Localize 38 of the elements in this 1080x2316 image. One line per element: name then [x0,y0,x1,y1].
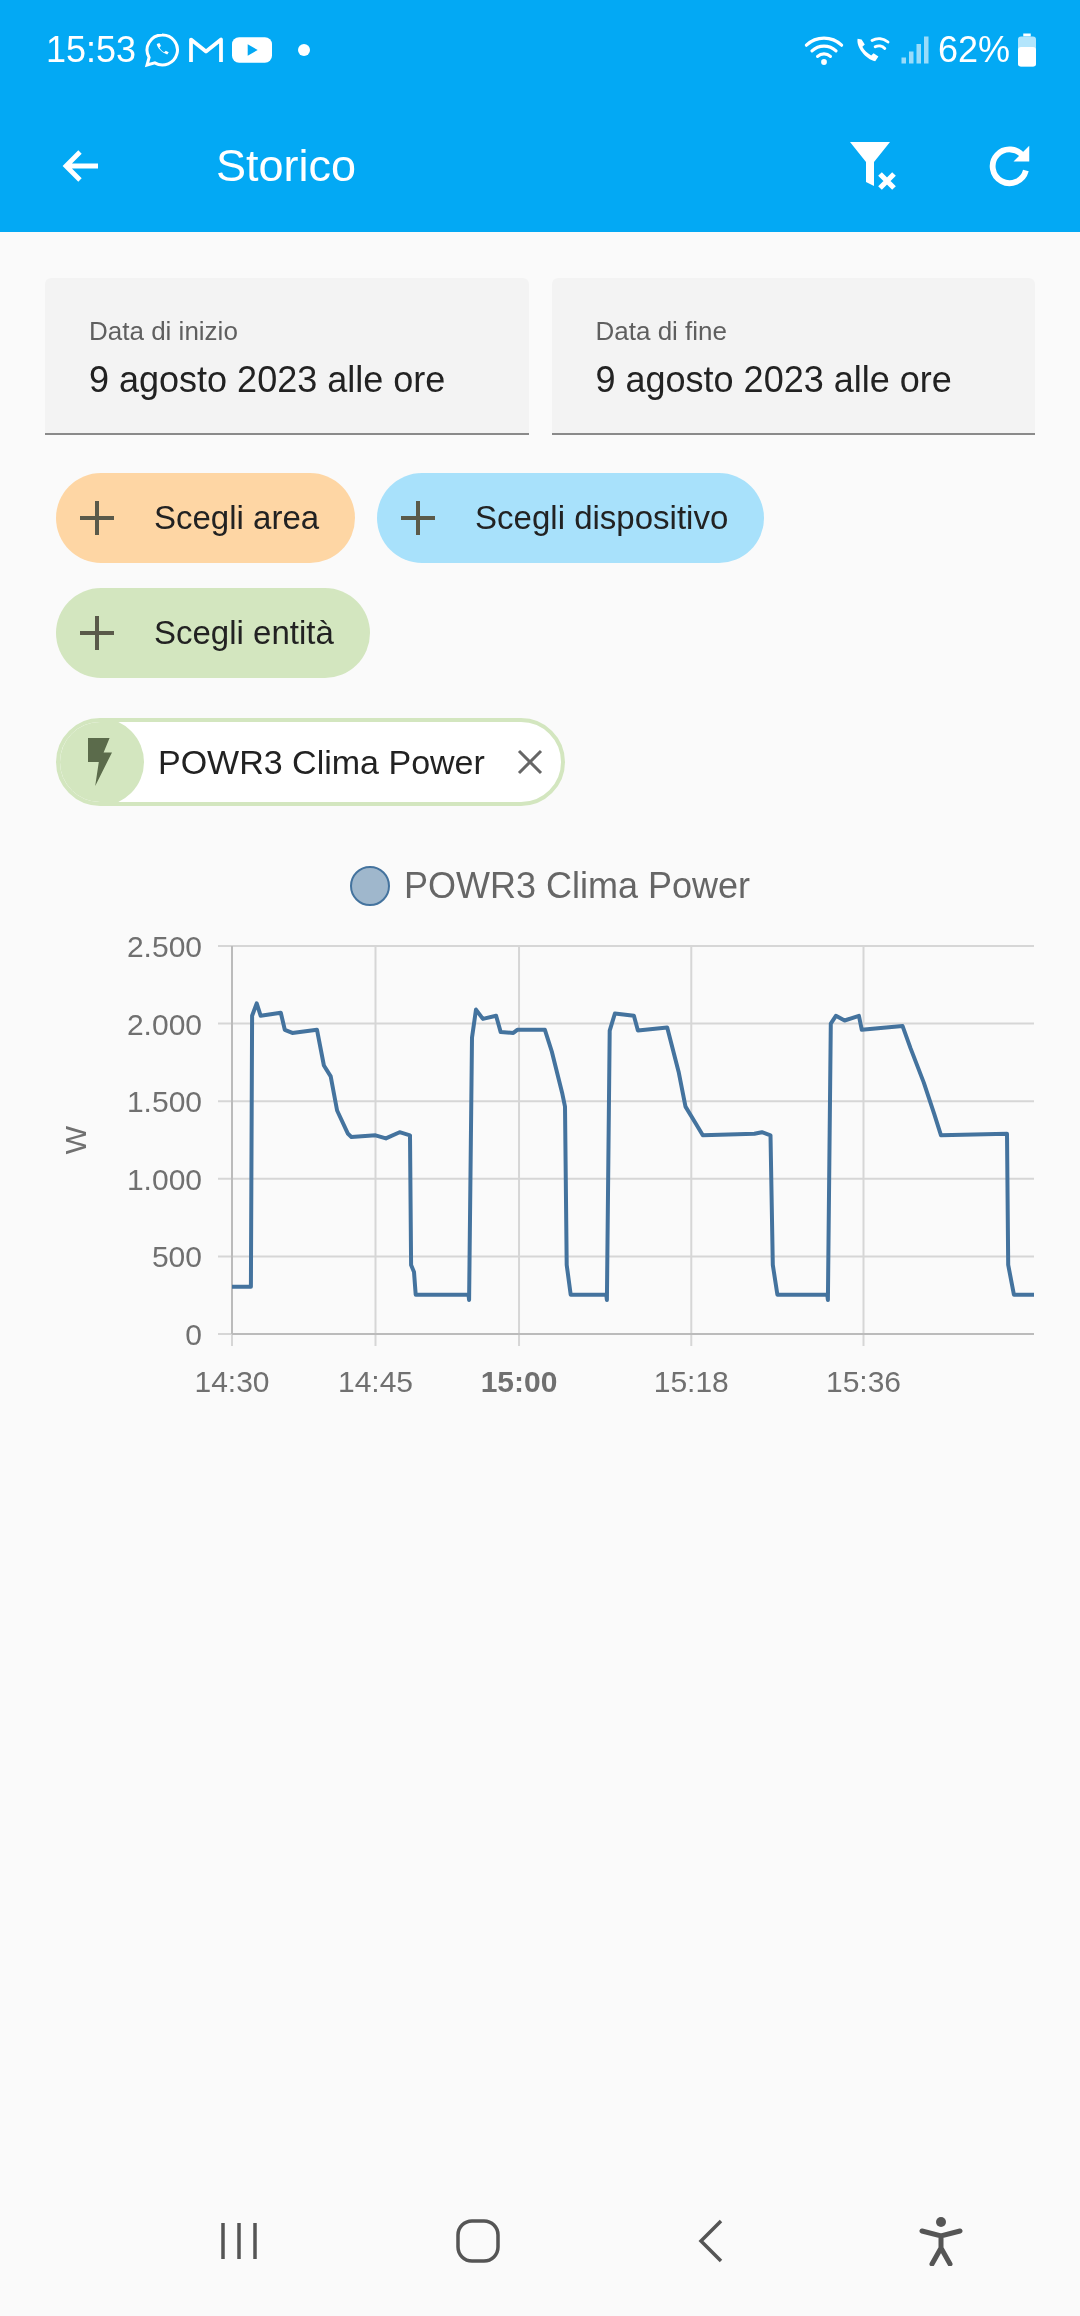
plus-icon [401,501,436,535]
dot-icon [298,44,311,56]
mail-icon [188,35,225,65]
battery-percentage: 62% [937,32,1010,68]
add-chip-button[interactable]: Scegli dispositivo [377,473,765,563]
wifi-icon [803,34,844,66]
plus-icon [80,616,114,650]
legend-label[interactable]: POWR3 Clima Power [403,865,751,907]
add-chip-button[interactable]: Scegli area [56,473,356,563]
date-field[interactable]: Data di fine 9 agosto 2023 alle ore [551,278,1035,435]
y-axis-label: 500 [151,1240,202,1274]
close-icon [516,749,543,775]
legend-marker [349,866,390,906]
x-axis-label: 15:36 [825,1365,902,1398]
play-icon [232,35,273,65]
person-icon [919,2216,963,2266]
y-axis-label: 1.000 [126,1162,202,1196]
y-axis-label: 2.500 [126,930,202,963]
entity-chip[interactable]: POWR3 Clima Power [56,718,565,806]
y-axis-label: 1.500 [126,1085,202,1119]
rounded-square-icon [455,2218,501,2264]
add-chip-button[interactable]: Scegli entità [56,588,370,678]
y-axis-title: W [59,1125,92,1155]
signal-icon [899,34,930,66]
x-axis-label: 15:00 [480,1365,558,1398]
x-axis-label: 14:30 [194,1365,270,1398]
clock-time: 15:53 [46,32,137,68]
x-axis-label: 14:45 [338,1365,414,1398]
x-axis-label: 15:18 [653,1365,729,1398]
date-field[interactable]: Data di inizio 9 agosto 2023 alle ore [45,278,529,435]
screen-title: Storico [216,140,358,192]
chat-bubble-icon [144,32,181,68]
y-axis-label: 0 [185,1318,202,1351]
battery-icon [1018,33,1036,67]
lightning-icon [85,738,115,786]
y-axis-label: 2.000 [126,1007,202,1041]
plus-icon [80,501,114,535]
entity-name: POWR3 Clima Power [157,742,486,782]
